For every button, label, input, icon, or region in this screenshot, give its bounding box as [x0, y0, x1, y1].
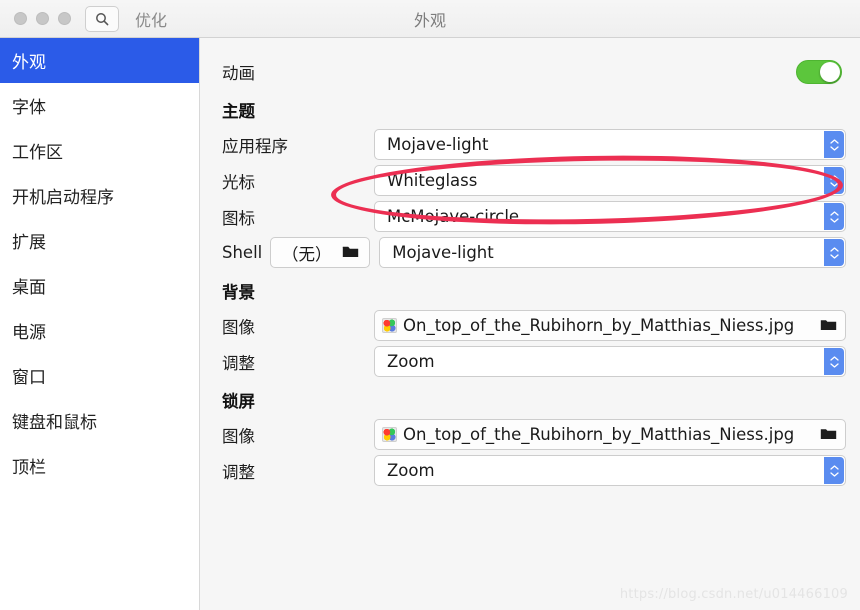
- stepper-up-down-icon[interactable]: [824, 167, 844, 194]
- window-controls: [14, 12, 71, 25]
- window-body: 外观 字体 工作区 开机启动程序 扩展 桌面 电源 窗口 键盘和鼠标 顶栏 动画…: [0, 38, 860, 610]
- window-title: 外观: [413, 10, 446, 30]
- lockscreen-image-file-button[interactable]: On_top_of_the_Rubihorn_by_Matthias_Niess…: [374, 419, 846, 450]
- search-button[interactable]: [85, 5, 119, 32]
- stepper-up-down-icon[interactable]: [824, 203, 844, 230]
- toggle-knob: [820, 61, 840, 82]
- animation-toggle[interactable]: [796, 59, 842, 84]
- folder-icon: [342, 243, 359, 262]
- background-image-row: 图像 On_top_of_the_Rubihorn_by_Matthias_Ni…: [222, 308, 846, 343]
- tweaks-window: 优化 外观 外观 字体 工作区 开机启动程序 扩展 桌面 电源 窗口 键盘和鼠标…: [0, 0, 860, 610]
- lockscreen-section-heading: 锁屏: [222, 392, 255, 411]
- sidebar-item-label: 电源: [12, 323, 46, 343]
- titlebar: 优化 外观: [0, 0, 860, 38]
- background-image-file-button[interactable]: On_top_of_the_Rubihorn_by_Matthias_Niess…: [374, 310, 846, 341]
- theme-icons-dropdown[interactable]: McMojave-circle: [374, 201, 846, 232]
- theme-shell-file-button[interactable]: （无）: [270, 237, 371, 268]
- lockscreen-image-label: 图像: [222, 426, 255, 446]
- sidebar-item-appearance[interactable]: 外观: [0, 38, 199, 83]
- background-adjust-dropdown[interactable]: Zoom: [374, 346, 846, 377]
- maximize-button[interactable]: [58, 12, 71, 25]
- theme-shell-dropdown[interactable]: Mojave-light: [379, 237, 846, 268]
- sidebar-item-windows[interactable]: 窗口: [0, 353, 199, 398]
- theme-shell-button-value: （无）: [282, 244, 332, 264]
- theme-icons-row: 图标 McMojave-circle: [222, 199, 846, 234]
- sidebar-item-extensions[interactable]: 扩展: [0, 218, 199, 263]
- background-image-filename: On_top_of_the_Rubihorn_by_Matthias_Niess…: [403, 316, 795, 335]
- sidebar-item-label: 外观: [12, 53, 46, 73]
- theme-shell-value: Mojave-light: [392, 243, 494, 262]
- image-thumbnail-icon: [382, 318, 397, 333]
- folder-icon: [820, 316, 837, 335]
- watermark: https://blog.csdn.net/u014466109: [619, 587, 848, 602]
- stepper-up-down-icon[interactable]: [824, 239, 844, 266]
- stepper-up-down-icon[interactable]: [824, 348, 844, 375]
- background-adjust-value: Zoom: [387, 352, 435, 371]
- app-name: 优化: [135, 10, 168, 30]
- sidebar-item-label: 工作区: [12, 143, 63, 163]
- theme-icons-label: 图标: [222, 208, 255, 228]
- sidebar-item-top-bar[interactable]: 顶栏: [0, 443, 199, 488]
- sidebar-item-startup-applications[interactable]: 开机启动程序: [0, 173, 199, 218]
- search-icon: [95, 12, 109, 26]
- theme-icons-value: McMojave-circle: [387, 207, 520, 226]
- theme-cursor-row: 光标 Whiteglass: [222, 163, 846, 198]
- theme-section-heading: 主题: [222, 102, 255, 121]
- theme-application-row: 应用程序 Mojave-light: [222, 127, 846, 162]
- theme-application-label: 应用程序: [222, 136, 288, 156]
- sidebar-item-label: 窗口: [12, 368, 46, 388]
- minimize-button[interactable]: [36, 12, 49, 25]
- sidebar-item-label: 键盘和鼠标: [12, 413, 97, 433]
- sidebar-item-label: 扩展: [12, 233, 46, 253]
- sidebar: 外观 字体 工作区 开机启动程序 扩展 桌面 电源 窗口 键盘和鼠标 顶栏: [0, 38, 200, 610]
- theme-cursor-value: Whiteglass: [387, 171, 478, 190]
- background-section-heading: 背景: [222, 283, 255, 302]
- sidebar-item-power[interactable]: 电源: [0, 308, 199, 353]
- theme-cursor-label: 光标: [222, 172, 255, 192]
- theme-application-dropdown[interactable]: Mojave-light: [374, 129, 846, 160]
- sidebar-item-desktop[interactable]: 桌面: [0, 263, 199, 308]
- background-image-label: 图像: [222, 317, 255, 337]
- sidebar-item-label: 桌面: [12, 278, 46, 298]
- stepper-up-down-icon[interactable]: [824, 457, 844, 484]
- sidebar-item-label: 字体: [12, 98, 46, 118]
- background-adjust-row: 调整 Zoom: [222, 344, 846, 379]
- theme-shell-label: Shell: [222, 243, 263, 262]
- image-thumbnail-icon: [382, 427, 397, 442]
- folder-icon: [820, 425, 837, 444]
- theme-shell-row: Shell （无） Mojave-light: [222, 235, 846, 270]
- sidebar-item-fonts[interactable]: 字体: [0, 83, 199, 128]
- sidebar-item-keyboard-and-mouse[interactable]: 键盘和鼠标: [0, 398, 199, 443]
- stepper-up-down-icon[interactable]: [824, 131, 844, 158]
- lockscreen-adjust-row: 调整 Zoom: [222, 453, 846, 488]
- lockscreen-image-filename: On_top_of_the_Rubihorn_by_Matthias_Niess…: [403, 425, 795, 444]
- lockscreen-adjust-dropdown[interactable]: Zoom: [374, 455, 846, 486]
- theme-application-value: Mojave-light: [387, 135, 489, 154]
- background-adjust-label: 调整: [222, 353, 255, 373]
- lockscreen-adjust-label: 调整: [222, 462, 255, 482]
- sidebar-item-workspaces[interactable]: 工作区: [0, 128, 199, 173]
- sidebar-item-label: 顶栏: [12, 458, 46, 478]
- settings-panel: 动画 主题 应用程序 Mojave-light 光标 Whiteglass 图标…: [200, 38, 860, 610]
- theme-cursor-dropdown[interactable]: Whiteglass: [374, 165, 846, 196]
- sidebar-item-label: 开机启动程序: [12, 188, 114, 208]
- lockscreen-adjust-value: Zoom: [387, 461, 435, 480]
- animation-label: 动画: [222, 63, 255, 83]
- close-button[interactable]: [14, 12, 27, 25]
- animation-row: 动画: [222, 54, 846, 89]
- lockscreen-image-row: 图像 On_top_of_the_Rubihorn_by_Matthias_Ni…: [222, 417, 846, 452]
